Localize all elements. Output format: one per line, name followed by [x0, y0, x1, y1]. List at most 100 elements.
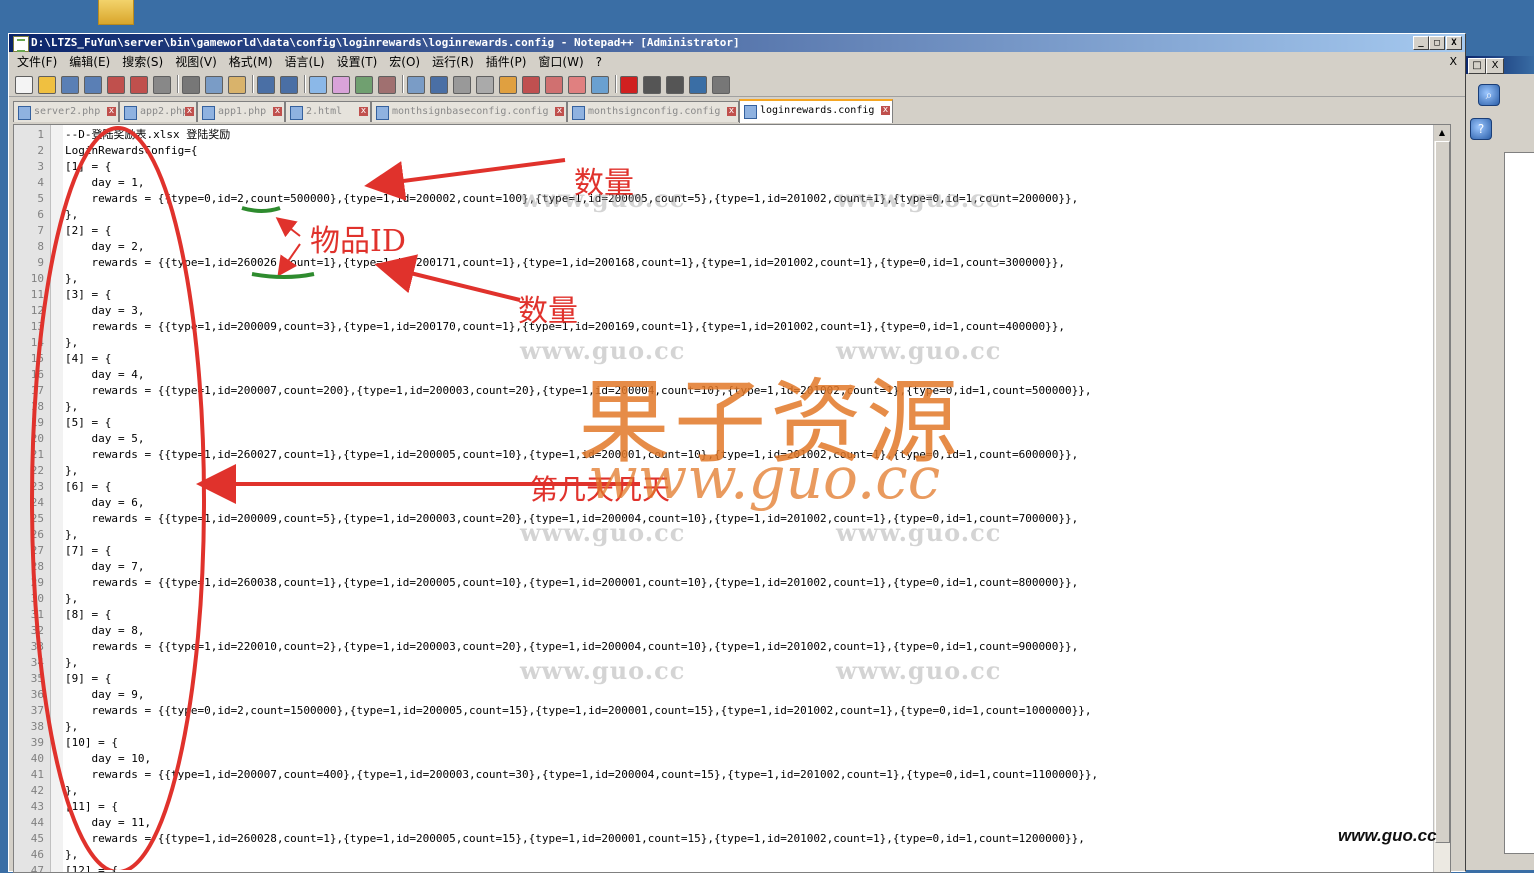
code-line[interactable]: 2 LoginRewardsConfig={: [14, 143, 1450, 159]
close-icon[interactable]: [107, 76, 125, 94]
indent-guide-icon[interactable]: [476, 76, 494, 94]
tab-close-icon[interactable]: x: [107, 107, 116, 116]
code-line[interactable]: 4 day = 1,: [14, 175, 1450, 191]
sync-scroll-icon[interactable]: [407, 76, 425, 94]
code-line[interactable]: 20 day = 5,: [14, 431, 1450, 447]
code-line[interactable]: 3 [1] = {: [14, 159, 1450, 175]
code-line[interactable]: 36 day = 9,: [14, 687, 1450, 703]
tab-close-icon[interactable]: x: [273, 107, 282, 116]
code-line[interactable]: 17 rewards = {{type=1,id=200007,count=20…: [14, 383, 1450, 399]
save-icon[interactable]: [61, 76, 79, 94]
code-line[interactable]: 46},: [14, 847, 1450, 863]
code-line[interactable]: 18},: [14, 399, 1450, 415]
code-line[interactable]: 1 --D-登陆奖励表.xlsx 登陆奖励: [14, 127, 1450, 143]
play-macro-icon[interactable]: [666, 76, 684, 94]
code-line[interactable]: 43 [11] = {: [14, 799, 1450, 815]
tab-close-icon[interactable]: x: [185, 107, 194, 116]
code-line[interactable]: 21 rewards = {{type=1,id=260027,count=1}…: [14, 447, 1450, 463]
tab-monthsignbaseconfig-config[interactable]: monthsignbaseconfig.config x: [371, 101, 567, 122]
menu-item[interactable]: 视图(V): [175, 55, 217, 69]
menu-item[interactable]: 设置(T): [337, 55, 378, 69]
code-line[interactable]: 12 day = 3,: [14, 303, 1450, 319]
tab-server2-php[interactable]: server2.php x: [13, 101, 119, 122]
show-all-chars-icon[interactable]: [453, 76, 471, 94]
desktop-folder-icon[interactable]: [98, 0, 134, 25]
scrollbar-thumb[interactable]: [1435, 141, 1450, 843]
menu-item[interactable]: 运行(R): [432, 55, 474, 69]
menu-item[interactable]: 窗口(W): [538, 55, 583, 69]
code-line[interactable]: 33 rewards = {{type=1,id=220010,count=2}…: [14, 639, 1450, 655]
lang-icon[interactable]: [499, 76, 517, 94]
code-line[interactable]: 7 [2] = {: [14, 223, 1450, 239]
zoom-in-icon[interactable]: [355, 76, 373, 94]
word-wrap-icon[interactable]: [430, 76, 448, 94]
code-line[interactable]: 35 [9] = {: [14, 671, 1450, 687]
code-line[interactable]: 10},: [14, 271, 1450, 287]
search-icon[interactable]: ⌕: [1478, 84, 1500, 106]
code-line[interactable]: 25 rewards = {{type=1,id=200009,count=5}…: [14, 511, 1450, 527]
code-line[interactable]: 38},: [14, 719, 1450, 735]
code-line[interactable]: 44 day = 11,: [14, 815, 1450, 831]
menu-item[interactable]: 插件(P): [486, 55, 527, 69]
code-line[interactable]: 31 [8] = {: [14, 607, 1450, 623]
code-editor[interactable]: 1 --D-登陆奖励表.xlsx 登陆奖励 2 LoginRewardsConfig=…: [13, 124, 1451, 873]
print-icon[interactable]: [153, 76, 171, 94]
menu-item[interactable]: 搜索(S): [122, 55, 163, 69]
background-window-max-button[interactable]: □: [1468, 58, 1486, 74]
code-line[interactable]: 42},: [14, 783, 1450, 799]
vertical-scrollbar[interactable]: ▲: [1433, 125, 1450, 872]
tab-close-icon[interactable]: x: [359, 107, 368, 116]
open-file-icon[interactable]: [38, 76, 56, 94]
zoom-out-icon[interactable]: [378, 76, 396, 94]
code-line[interactable]: 19 [5] = {: [14, 415, 1450, 431]
help-icon[interactable]: ?: [1470, 118, 1492, 140]
menu-item[interactable]: 宏(O): [389, 55, 420, 69]
run-macro-icon[interactable]: [689, 76, 707, 94]
code-line[interactable]: 30},: [14, 591, 1450, 607]
tab-close-icon[interactable]: x: [555, 107, 564, 116]
code-line[interactable]: 24 day = 6,: [14, 495, 1450, 511]
function-list-icon[interactable]: [545, 76, 563, 94]
new-file-icon[interactable]: [15, 76, 33, 94]
code-line[interactable]: 27 [7] = {: [14, 543, 1450, 559]
code-line[interactable]: 45 rewards = {{type=1,id=260028,count=1}…: [14, 831, 1450, 847]
code-line[interactable]: 9 rewards = {{type=1,id=260026,count=1},…: [14, 255, 1450, 271]
menu-item[interactable]: ?: [596, 55, 602, 69]
code-line[interactable]: 14},: [14, 335, 1450, 351]
code-line[interactable]: 5 rewards = {{type=0,id=2,count=500000},…: [14, 191, 1450, 207]
code-line[interactable]: 39 [10] = {: [14, 735, 1450, 751]
tab-close-icon[interactable]: x: [727, 107, 736, 116]
code-line[interactable]: 41 rewards = {{type=1,id=200007,count=40…: [14, 767, 1450, 783]
close-button[interactable]: X: [1446, 36, 1462, 50]
doc-map-icon[interactable]: [522, 76, 540, 94]
tab-loginrewards-config[interactable]: loginrewards.config x: [739, 99, 893, 123]
document-close-button[interactable]: X: [1449, 52, 1457, 72]
tab-2-html[interactable]: 2.html x: [285, 101, 371, 122]
stop-macro-icon[interactable]: [643, 76, 661, 94]
code-line[interactable]: 26},: [14, 527, 1450, 543]
code-line[interactable]: 37 rewards = {{type=0,id=2,count=1500000…: [14, 703, 1450, 719]
code-line[interactable]: 40 day = 10,: [14, 751, 1450, 767]
code-line[interactable]: 16 day = 4,: [14, 367, 1450, 383]
background-window-close-button[interactable]: X: [1486, 58, 1504, 74]
tab-app1-php[interactable]: app1.php x: [197, 101, 285, 122]
undo-icon[interactable]: [257, 76, 275, 94]
code-line[interactable]: 28 day = 7,: [14, 559, 1450, 575]
code-line[interactable]: 15 [4] = {: [14, 351, 1450, 367]
menu-item[interactable]: 格式(M): [229, 55, 273, 69]
code-line[interactable]: 29 rewards = {{type=1,id=260038,count=1}…: [14, 575, 1450, 591]
find-icon[interactable]: [309, 76, 327, 94]
code-line[interactable]: 8 day = 2,: [14, 239, 1450, 255]
redo-icon[interactable]: [280, 76, 298, 94]
code-line[interactable]: 47 [12] = {: [14, 863, 1450, 872]
scroll-up-arrow-icon[interactable]: ▲: [1434, 125, 1450, 141]
code-line[interactable]: 32 day = 8,: [14, 623, 1450, 639]
menu-item[interactable]: 文件(F): [17, 55, 57, 69]
save-all-icon[interactable]: [84, 76, 102, 94]
code-line[interactable]: 23 [6] = {: [14, 479, 1450, 495]
cut-icon[interactable]: [182, 76, 200, 94]
code-line[interactable]: 34},: [14, 655, 1450, 671]
monitor-icon[interactable]: [591, 76, 609, 94]
tab-close-icon[interactable]: x: [881, 106, 890, 115]
minimize-button[interactable]: _: [1413, 36, 1429, 50]
